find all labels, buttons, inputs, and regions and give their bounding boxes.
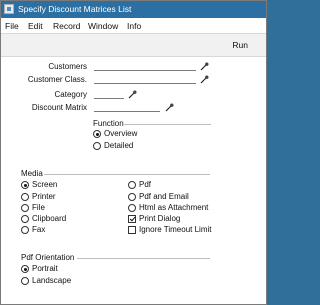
option-label: Fax bbox=[32, 225, 46, 234]
media-clipboard-radio[interactable]: Clipboard bbox=[21, 214, 111, 224]
menu-file[interactable]: File bbox=[5, 21, 19, 31]
checkbox[interactable] bbox=[128, 226, 136, 234]
function-overview-radio[interactable]: Overview bbox=[93, 129, 163, 139]
option-label: Printer bbox=[32, 192, 56, 201]
orientation-landscape-radio[interactable]: Landscape bbox=[21, 276, 101, 286]
radio-button[interactable] bbox=[128, 181, 136, 189]
button-bar: Run bbox=[1, 33, 266, 57]
media-screen-radio[interactable]: Screen bbox=[21, 180, 111, 190]
radio-button[interactable] bbox=[21, 265, 29, 273]
discount-matrix-field[interactable] bbox=[94, 103, 160, 112]
menu-window[interactable]: Window bbox=[88, 21, 118, 31]
checkbox[interactable] bbox=[128, 215, 136, 223]
option-label: Print Dialog bbox=[139, 214, 181, 223]
paste-special-icon[interactable] bbox=[128, 90, 137, 99]
title-bar: Specify Discount Matrices List bbox=[1, 1, 266, 18]
paste-special-icon[interactable] bbox=[165, 103, 174, 112]
window-title: Specify Discount Matrices List bbox=[18, 4, 132, 14]
option-label: Detailed bbox=[104, 141, 134, 150]
customer-class-label: Customer Class. bbox=[27, 75, 87, 84]
customers-label: Customers bbox=[48, 62, 87, 71]
radio-button[interactable] bbox=[21, 181, 29, 189]
discount-matrix-label: Discount Matrix bbox=[31, 103, 87, 112]
media-printer-radio[interactable]: Printer bbox=[21, 192, 111, 202]
option-label: Overview bbox=[104, 129, 138, 138]
customers-field[interactable] bbox=[94, 62, 196, 71]
menu-info[interactable]: Info bbox=[127, 21, 141, 31]
orientation-portrait-radio[interactable]: Portrait bbox=[21, 264, 101, 274]
paste-special-icon[interactable] bbox=[200, 75, 209, 84]
app-window-icon bbox=[4, 4, 14, 14]
print-dialog-checkbox[interactable]: Print Dialog bbox=[128, 214, 238, 224]
media-file-radio[interactable]: File bbox=[21, 203, 111, 213]
media-pdf-email-radio[interactable]: Pdf and Email bbox=[128, 192, 238, 202]
media-html-attachment-radio[interactable]: Html as Attachment bbox=[128, 203, 248, 213]
paste-special-icon[interactable] bbox=[200, 62, 209, 71]
pdf-orientation-divider bbox=[77, 258, 210, 259]
option-label: Landscape bbox=[32, 276, 72, 285]
category-label: Category bbox=[54, 90, 87, 99]
customer-class-field[interactable] bbox=[94, 75, 196, 84]
radio-button[interactable] bbox=[21, 226, 29, 234]
run-button[interactable]: Run bbox=[232, 40, 248, 50]
media-divider bbox=[44, 174, 210, 175]
option-label: Pdf and Email bbox=[139, 192, 189, 201]
menu-bar: File Edit Record Window Info bbox=[1, 18, 266, 33]
media-pdf-radio[interactable]: Pdf bbox=[128, 180, 238, 190]
radio-button[interactable] bbox=[21, 215, 29, 223]
option-label: Html as Attachment bbox=[139, 203, 209, 212]
option-label: Clipboard bbox=[32, 214, 67, 223]
function-divider bbox=[124, 124, 211, 125]
option-label: Portrait bbox=[32, 264, 58, 273]
option-label: Ignore Timeout Limit bbox=[139, 225, 212, 234]
function-section-title: Function bbox=[93, 119, 124, 128]
category-field[interactable] bbox=[94, 90, 124, 99]
radio-button[interactable] bbox=[21, 193, 29, 201]
option-label: Pdf bbox=[139, 180, 152, 189]
radio-button[interactable] bbox=[21, 204, 29, 212]
radio-button[interactable] bbox=[21, 277, 29, 285]
option-label: Screen bbox=[32, 180, 58, 189]
media-section-title: Media bbox=[21, 169, 43, 178]
radio-button[interactable] bbox=[128, 204, 136, 212]
specify-window: Specify Discount Matrices List File Edit… bbox=[0, 0, 267, 305]
radio-button[interactable] bbox=[93, 130, 101, 138]
pdf-orientation-section-title: Pdf Orientation bbox=[21, 253, 75, 262]
radio-button[interactable] bbox=[128, 193, 136, 201]
radio-button[interactable] bbox=[93, 142, 101, 150]
option-label: File bbox=[32, 203, 45, 212]
ignore-timeout-checkbox[interactable]: Ignore Timeout Limit bbox=[128, 225, 248, 235]
menu-record[interactable]: Record bbox=[53, 21, 80, 31]
menu-edit[interactable]: Edit bbox=[28, 21, 43, 31]
function-detailed-radio[interactable]: Detailed bbox=[93, 141, 163, 151]
media-fax-radio[interactable]: Fax bbox=[21, 225, 111, 235]
